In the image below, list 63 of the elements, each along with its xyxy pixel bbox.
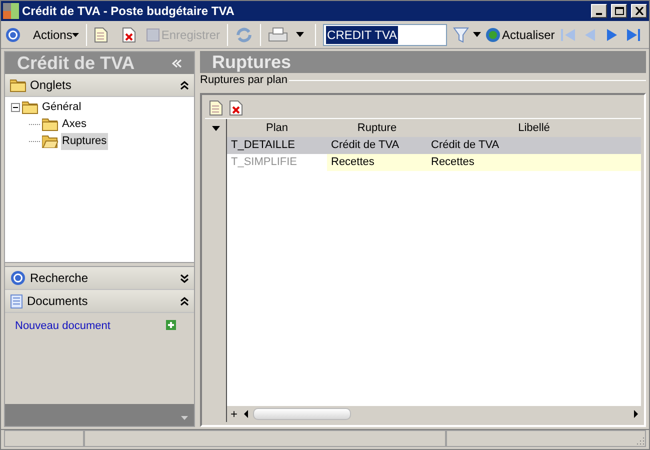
delete-document-icon[interactable] <box>229 100 243 116</box>
table-cell-text: T_SIMPLIFIE <box>230 155 298 170</box>
resize-grip-icon <box>635 436 645 446</box>
search-value: CREDIT TVA <box>326 26 398 44</box>
refresh-button[interactable]: Actualiser <box>485 26 555 44</box>
section-header[interactable]: Onglets <box>5 74 194 97</box>
table-cell-text: Crédit de TVA <box>330 138 400 154</box>
section-title: Onglets <box>30 77 72 94</box>
scroll-thumb[interactable] <box>253 408 351 420</box>
minimize-button[interactable] <box>591 4 607 18</box>
dropdown-icon[interactable] <box>212 126 220 131</box>
table-row[interactable]: T_DETAILLE Crédit de TVA Crédit de TVA <box>227 137 641 154</box>
column-header[interactable]: Rupture <box>327 120 427 136</box>
collapse-left-icon[interactable] <box>172 58 182 68</box>
scroll-right-icon[interactable] <box>631 407 641 421</box>
section-title: Recherche <box>30 270 90 287</box>
tree-item[interactable]: Général <box>41 99 82 116</box>
tree-toggle-icon[interactable] <box>11 103 20 112</box>
section-header[interactable]: Documents <box>5 290 194 313</box>
actions-menu[interactable]: Actions <box>33 26 80 44</box>
maximize-icon <box>614 7 624 15</box>
delete-document-icon[interactable] <box>122 26 136 42</box>
open-folder-icon <box>42 135 58 148</box>
section-title: Documents <box>27 293 89 310</box>
tree-item[interactable]: Axes <box>61 116 88 133</box>
folder-icon <box>22 101 38 114</box>
main-title: Ruptures <box>212 50 292 74</box>
expand-icon[interactable] <box>180 274 189 282</box>
window-title: Crédit de TVA - Poste budgétaire TVA <box>22 3 236 20</box>
table-cell: Recettes <box>427 154 641 171</box>
tree-item[interactable]: Ruptures <box>61 133 108 150</box>
table-cell: Recettes <box>327 154 427 171</box>
document-icon[interactable] <box>94 26 108 42</box>
save-icon <box>146 28 160 42</box>
folder-icon <box>10 78 26 92</box>
search-target-icon <box>10 270 26 286</box>
last-icon[interactable] <box>624 26 643 42</box>
caret-icon <box>72 32 80 36</box>
column-header[interactable]: Libellé <box>427 120 641 136</box>
column-header[interactable]: Plan <box>227 120 327 136</box>
sidebar-title: Crédit de TVA <box>17 52 136 74</box>
table-cell-text: T_DETAILLE <box>230 138 296 154</box>
section-header[interactable]: Recherche <box>5 267 194 290</box>
app-icon <box>3 3 19 19</box>
close-icon <box>634 7 644 15</box>
caret-icon[interactable] <box>473 32 482 37</box>
new-document-link[interactable]: Nouveau document <box>15 318 166 334</box>
add-icon[interactable] <box>166 320 176 330</box>
collapse-icon[interactable] <box>180 80 189 90</box>
printer-icon[interactable] <box>268 26 288 42</box>
document-icon <box>10 294 23 308</box>
document-icon[interactable] <box>209 100 223 116</box>
caret-icon[interactable] <box>296 32 304 37</box>
maximize-button[interactable] <box>611 4 627 18</box>
search-field[interactable]: CREDIT TVA <box>323 24 448 46</box>
collapse-icon[interactable] <box>180 296 189 306</box>
target-icon <box>5 26 21 42</box>
folder-icon <box>42 118 58 131</box>
close-button[interactable] <box>631 4 647 18</box>
table-cell-text: Crédit de TVA <box>430 138 500 154</box>
group-label: Ruptures par plan <box>200 72 288 88</box>
refresh-icon <box>485 26 502 42</box>
add-row-button[interactable]: + <box>227 408 241 420</box>
